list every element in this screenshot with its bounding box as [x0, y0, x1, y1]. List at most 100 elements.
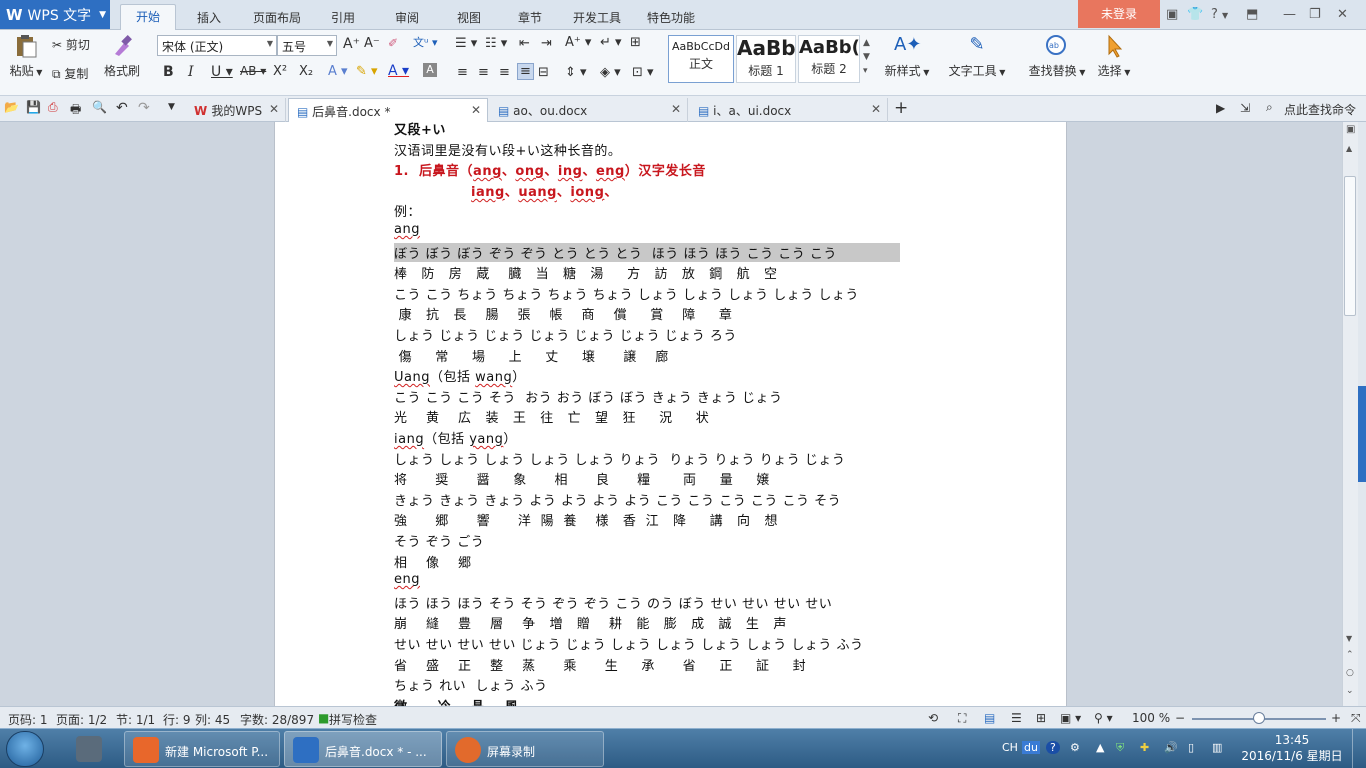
status-column[interactable]: 列: 45 — [195, 711, 230, 728]
doc-share-icon[interactable]: ⇲ — [1240, 101, 1250, 115]
app-menu-button[interactable]: W WPS 文字 ▼ — [0, 0, 110, 29]
scroll-down-icon[interactable]: ▼ — [1346, 634, 1352, 643]
font-color-icon[interactable]: A ▾ — [388, 63, 409, 79]
table-grid-icon[interactable]: ⊞ — [630, 35, 641, 50]
document-line[interactable]: ぼう ぼう ぼう ぞう ぞう とう とう とう ほう ほう ほう こう こう こ… — [394, 242, 900, 262]
chinese-layout-icon[interactable]: A⁺ ▾ — [565, 35, 591, 50]
tab-page-layout[interactable]: 页面布局 — [246, 6, 308, 30]
close-icon[interactable]: ✕ — [871, 102, 881, 116]
scroll-top-icon[interactable]: ▣ — [1346, 124, 1355, 135]
volume-icon[interactable]: 🔊 — [1164, 741, 1178, 754]
select-button[interactable]: 选择 ▼ — [1094, 34, 1134, 79]
shrink-font-icon[interactable]: A⁻ — [364, 36, 380, 51]
document-line[interactable]: きょう きょう きょう よう よう よう よう こう こう こう こう こう そ… — [394, 490, 841, 509]
document-line[interactable]: しょう じょう じょう じょう じょう じょう じょう ろう — [394, 325, 737, 344]
document-line[interactable]: 光 黄 広 装 王 往 亡 望 狂 況 状 — [394, 407, 709, 426]
clear-format-icon[interactable]: ✐ — [388, 36, 398, 50]
font-name-select[interactable]: 宋体 (正文) ▼ — [157, 35, 277, 56]
line-spacing-icon[interactable]: ⇕ ▾ — [565, 65, 587, 80]
command-search[interactable]: 点此查找命令 — [1284, 101, 1356, 118]
input-language[interactable]: CH — [1002, 741, 1018, 754]
outline-view-icon[interactable]: ☰ — [1011, 711, 1022, 725]
doc-tab-active[interactable]: ▤ 后鼻音.docx * ✕ — [288, 98, 488, 122]
tray-app-icon[interactable]: ✚ — [1140, 741, 1149, 754]
next-page-icon[interactable]: ⌄ — [1346, 686, 1354, 696]
ime-icon[interactable]: du — [1022, 741, 1040, 754]
status-section[interactable]: 节: 1/1 — [116, 711, 155, 728]
status-pages[interactable]: 页面: 1/2 — [56, 711, 107, 728]
tab-home[interactable]: 开始 — [120, 4, 176, 30]
decrease-indent-icon[interactable]: ⇤ — [519, 36, 530, 51]
web-view-icon[interactable]: ⊞ — [1036, 711, 1046, 725]
grow-font-icon[interactable]: A⁺ — [343, 36, 360, 52]
tab-references[interactable]: 引用 — [320, 6, 366, 30]
tab-insert[interactable]: 插入 — [186, 6, 232, 30]
redo-icon[interactable]: ↷ — [138, 100, 154, 116]
doc-tab-ao-ou[interactable]: ▤ ao、ou.docx ✕ — [490, 98, 688, 122]
status-word-count[interactable]: 字数: 28/897 — [240, 711, 314, 728]
shirt-icon[interactable]: 👕 — [1187, 7, 1203, 22]
document-line[interactable]: 棒 防 房 蔵 臓 当 糖 湯 方 訪 放 鋼 航 空 — [394, 263, 778, 282]
select-browse-icon[interactable]: ○ — [1346, 668, 1354, 678]
document-line[interactable]: ほう ほう ほう そう そう ぞう ぞう こう のう ぼう せい せい せい せ… — [394, 593, 832, 612]
strikethrough-icon[interactable]: AB ▾ — [240, 64, 266, 78]
eye-protect-icon[interactable]: ⚲ ▾ — [1094, 711, 1113, 725]
export-pdf-icon[interactable]: ⎙ — [48, 100, 64, 116]
fit-window-icon[interactable]: ⤧ — [1351, 711, 1361, 726]
document-line[interactable]: 徴 冷 晶 風 — [394, 696, 518, 706]
superscript-icon[interactable]: X² — [273, 64, 287, 79]
undo-icon[interactable]: ↶ — [116, 100, 132, 116]
align-left-icon[interactable]: ≡ — [457, 65, 468, 80]
paste-button[interactable]: 粘贴 ▼ — [8, 34, 44, 79]
underline-icon[interactable]: U ▾ — [211, 64, 233, 80]
text-tools-button[interactable]: ✎ 文字工具 ▼ — [946, 34, 1008, 79]
document-line[interactable]: 傷 常 場 上 丈 壌 譲 廊 — [394, 346, 669, 365]
document-line[interactable]: 汉语词里是没有い段+い这种长音的。 — [394, 140, 621, 159]
taskbar-app-ppt[interactable]: 新建 Microsoft P... — [124, 731, 280, 767]
minimize-icon[interactable]: — — [1283, 7, 1296, 22]
close-icon[interactable]: ✕ — [671, 102, 681, 116]
align-right-icon[interactable]: ≡ — [499, 65, 510, 80]
ime-help-icon[interactable]: ? — [1046, 741, 1060, 754]
scrollbar-thumb[interactable] — [1344, 176, 1356, 316]
taskbar-media-app[interactable] — [70, 731, 110, 767]
help-icon[interactable]: ? — [1211, 7, 1218, 22]
new-tab-icon[interactable]: + — [894, 98, 908, 118]
doc-tab-i-a-ui[interactable]: ▤ i、a、ui.docx ✕ — [690, 98, 888, 122]
tab-chapter[interactable]: 章节 — [507, 6, 553, 30]
help-dropdown-icon[interactable]: ▼ — [1222, 11, 1228, 20]
document-line[interactable]: ちょう れい しょう ふう — [394, 675, 548, 694]
tab-review[interactable]: 审阅 — [384, 6, 430, 30]
device-icon[interactable]: ▯ — [1188, 741, 1194, 754]
prev-page-icon[interactable]: ⌃ — [1346, 650, 1354, 660]
spell-check-toggle[interactable]: 拼写检查 — [329, 711, 377, 728]
document-line[interactable]: 1. 后鼻音（ang、ong、ing、eng）汉字发长音 — [394, 160, 706, 179]
bold-icon[interactable]: B — [163, 64, 174, 80]
tab-developer[interactable]: 开发工具 — [566, 6, 628, 30]
history-icon[interactable]: ⟲ — [928, 711, 938, 725]
increase-indent-icon[interactable]: ⇥ — [541, 36, 552, 51]
document-line[interactable]: 崩 縫 豊 層 争 増 贈 耕 能 膨 成 誠 生 声 — [394, 613, 787, 632]
document-line[interactable]: iang（包括 yang） — [394, 428, 517, 447]
ribbon-toggle-icon[interactable]: ⬒ — [1246, 7, 1258, 22]
document-line[interactable]: ang — [394, 222, 420, 237]
document-line[interactable]: iang、uang、iong、 — [471, 181, 618, 200]
taskbar-app-recorder[interactable]: 屏幕录制 — [446, 731, 604, 767]
style-heading-1[interactable]: AaBb 标题 1 — [736, 35, 796, 83]
close-icon[interactable]: ✕ — [269, 102, 279, 116]
status-page-number[interactable]: 页码: 1 — [8, 711, 48, 728]
document-line[interactable]: 又段+い — [394, 122, 446, 138]
document-line[interactable]: Uang（包括 wang） — [394, 366, 526, 385]
style-gallery-scroll-icon[interactable]: ▲ ▼ ▾ — [863, 36, 870, 78]
cut-button[interactable]: ✂ 剪切 — [52, 36, 90, 53]
char-shading-icon[interactable]: A — [423, 63, 437, 77]
page-view-icon[interactable]: ▤ — [984, 711, 995, 725]
subscript-icon[interactable]: X₂ — [299, 64, 313, 79]
document-line[interactable]: 強 郷 響 洋 陽 養 様 香 江 降 講 向 想 — [394, 510, 778, 529]
highlight-icon[interactable]: ✎ ▾ — [356, 64, 378, 79]
security-shield-icon[interactable]: ⛨ — [1116, 741, 1124, 755]
document-workspace[interactable]: ▤ ▾ 又段+い汉语词里是没有い段+い这种长音的。1. 后鼻音（ang、ong、… — [0, 122, 1342, 706]
restore-icon[interactable]: ❐ — [1309, 7, 1321, 22]
document-line[interactable]: しょう しょう しょう しょう しょう りょう りょう りょう りょう じょう — [394, 449, 845, 468]
document-line[interactable]: 例： — [394, 201, 421, 220]
